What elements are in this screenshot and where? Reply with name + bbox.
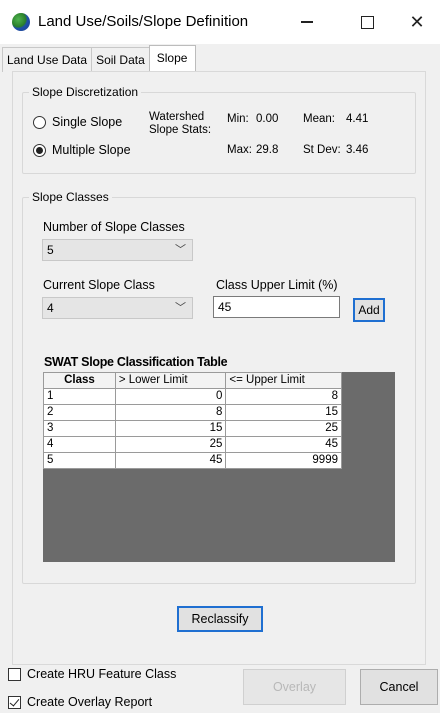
slope-discretization-legend: Slope Discretization (29, 85, 142, 99)
lower-limit-cell[interactable]: 45 (114, 452, 227, 469)
reclassify-button[interactable]: Reclassify (177, 606, 263, 632)
create-hru-label: Create HRU Feature Class (27, 667, 177, 681)
classification-table: Class > Lower Limit <= Upper Limit 1 0 8… (43, 372, 342, 469)
close-button[interactable]: ✕ (395, 8, 439, 36)
table-row[interactable]: 2 8 15 (43, 404, 342, 421)
table-row[interactable]: 3 15 25 (43, 420, 342, 437)
max-label: Max: (227, 144, 252, 156)
slope-discretization-group: Slope Discretization Single Slope Multip… (22, 85, 416, 174)
upper-limit-cell[interactable]: 25 (225, 420, 342, 437)
chevron-down-icon: ﹀ (175, 244, 186, 256)
multiple-slope-label: Multiple Slope (52, 143, 131, 157)
single-slope-option[interactable]: Single Slope (33, 115, 122, 129)
slope-classes-legend: Slope Classes (29, 190, 112, 204)
current-class-select[interactable]: 4 ﹀ (42, 297, 193, 319)
dialog-client: Land Use Data Soil Data Slope Slope Disc… (0, 44, 440, 713)
window-title: Land Use/Soils/Slope Definition (38, 13, 249, 30)
mean-label: Mean: (303, 113, 335, 125)
globe-app-icon (12, 13, 30, 31)
current-class-value: 4 (47, 301, 54, 315)
max-value: 29.8 (256, 144, 279, 156)
tab-slope[interactable]: Slope (148, 45, 197, 73)
lower-limit-cell[interactable]: 25 (114, 436, 227, 453)
table-row[interactable]: 5 45 9999 (43, 452, 342, 469)
upper-limit-label: Class Upper Limit (%) (216, 278, 338, 292)
table-row[interactable]: 1 0 8 (43, 388, 342, 405)
column-header-class[interactable]: Class (43, 372, 116, 389)
current-class-label: Current Slope Class (43, 278, 155, 292)
upper-limit-cell[interactable]: 45 (225, 436, 342, 453)
min-label: Min: (227, 113, 249, 125)
stdev-value: 3.46 (346, 144, 369, 156)
table-header-row: Class > Lower Limit <= Upper Limit (43, 372, 342, 389)
watershed-stats-label-line1: Watershed (149, 111, 205, 123)
maximize-icon (360, 15, 374, 29)
create-overlay-label: Create Overlay Report (27, 695, 153, 709)
number-of-classes-select[interactable]: 5 ﹀ (42, 239, 193, 261)
single-slope-label: Single Slope (52, 115, 123, 129)
title-bar: Land Use/Soils/Slope Definition ✕ (0, 0, 440, 44)
single-slope-radio[interactable] (33, 115, 46, 129)
minimize-button[interactable] (285, 8, 329, 36)
multiple-slope-option[interactable]: Multiple Slope (33, 143, 131, 157)
tab-soil-data[interactable]: Soil Data (91, 47, 150, 72)
number-of-classes-label: Number of Slope Classes (43, 220, 185, 234)
min-value: 0.00 (256, 113, 279, 125)
chevron-down-icon: ﹀ (175, 302, 186, 314)
class-cell[interactable]: 2 (43, 404, 116, 421)
cancel-button[interactable]: Cancel (360, 669, 438, 705)
lower-limit-cell[interactable]: 15 (114, 420, 227, 437)
maximize-button[interactable] (345, 8, 389, 36)
class-cell[interactable]: 4 (43, 436, 116, 453)
class-cell[interactable]: 5 (43, 452, 116, 469)
mean-value: 4.41 (346, 113, 369, 125)
stdev-label: St Dev: (303, 144, 341, 156)
overlay-button[interactable]: Overlay (243, 669, 346, 705)
lower-limit-cell[interactable]: 8 (114, 404, 227, 421)
create-hru-option[interactable]: Create HRU Feature Class (8, 667, 176, 681)
number-of-classes-value: 5 (47, 243, 54, 257)
class-cell[interactable]: 1 (43, 388, 116, 405)
create-overlay-option[interactable]: Create Overlay Report (8, 695, 152, 709)
column-header-lower-limit[interactable]: > Lower Limit (114, 372, 227, 389)
tab-land-use-data[interactable]: Land Use Data (2, 47, 93, 72)
upper-limit-cell[interactable]: 15 (225, 404, 342, 421)
add-button[interactable]: Add (353, 298, 385, 322)
tab-strip: Land Use Data Soil Data Slope (2, 45, 197, 73)
multiple-slope-radio[interactable] (33, 143, 46, 157)
slope-tab-panel: Slope Discretization Single Slope Multip… (12, 71, 426, 665)
upper-limit-input[interactable]: 45 (213, 296, 340, 318)
classification-table-title: SWAT Slope Classification Table (44, 355, 228, 369)
create-hru-checkbox[interactable] (8, 667, 21, 681)
class-cell[interactable]: 3 (43, 420, 116, 437)
table-row[interactable]: 4 25 45 (43, 436, 342, 453)
upper-limit-cell[interactable]: 9999 (225, 452, 342, 469)
slope-classes-group: Slope Classes Number of Slope Classes 5 … (22, 190, 416, 584)
column-header-upper-limit[interactable]: <= Upper Limit (225, 372, 342, 389)
lower-limit-cell[interactable]: 0 (114, 388, 227, 405)
minimize-icon (301, 21, 313, 23)
watershed-stats-label-line2: Slope Stats: (149, 124, 212, 136)
upper-limit-cell[interactable]: 8 (225, 388, 342, 405)
close-icon: ✕ (409, 11, 425, 32)
create-overlay-checkbox[interactable] (8, 695, 21, 709)
